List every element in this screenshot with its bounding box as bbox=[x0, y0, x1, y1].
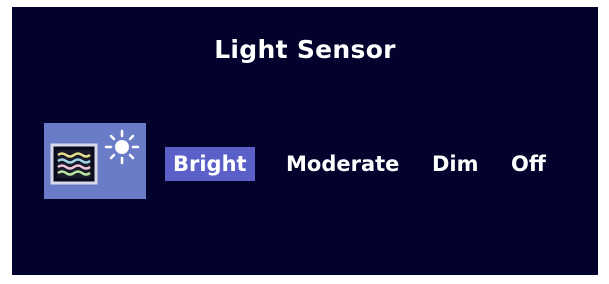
menu-title: Light Sensor bbox=[214, 35, 396, 64]
light-sensor-icon bbox=[44, 123, 146, 199]
option-bright[interactable]: Bright bbox=[165, 147, 255, 181]
option-moderate[interactable]: Moderate bbox=[286, 147, 399, 181]
option-dim[interactable]: Dim bbox=[432, 147, 479, 181]
option-off[interactable]: Off bbox=[511, 147, 546, 181]
osd-panel: Light Sensor Bright Moderate Dim Off bbox=[12, 7, 598, 275]
